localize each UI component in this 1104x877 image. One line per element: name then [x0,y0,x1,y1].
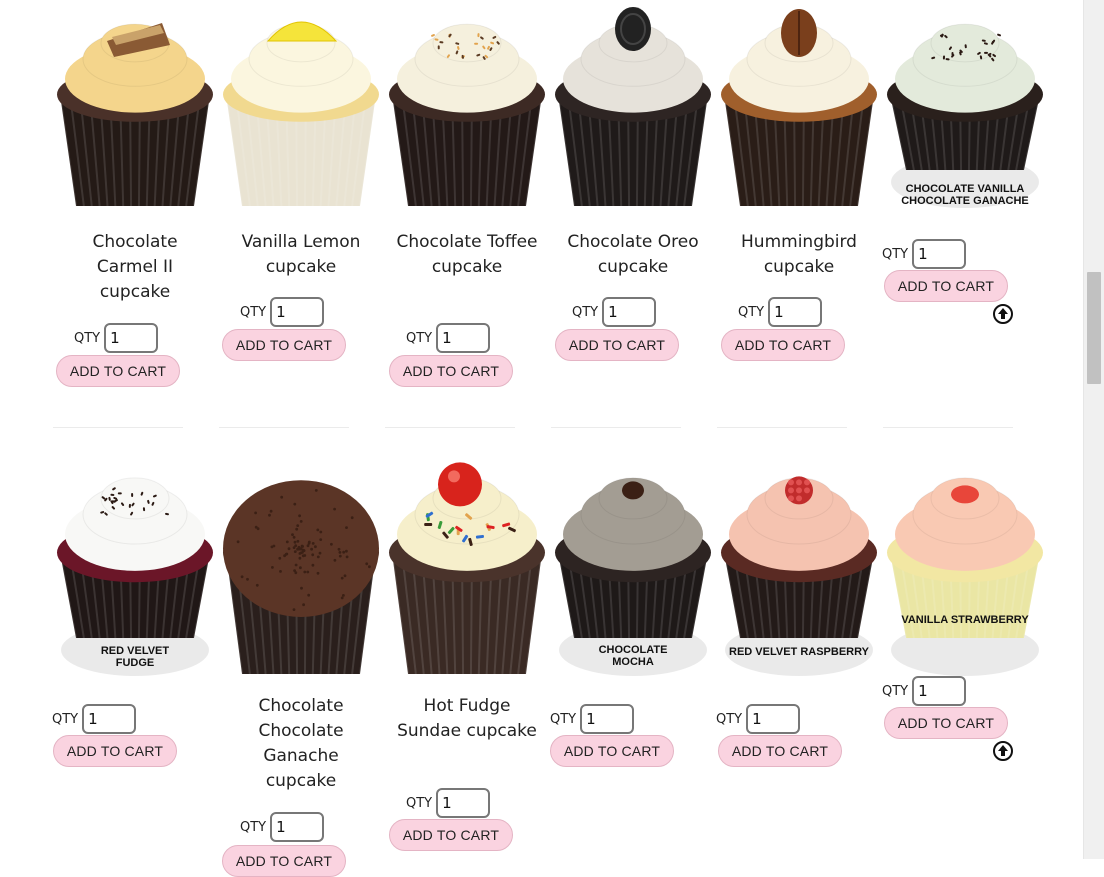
row-divider [53,427,183,428]
page-scrollbar[interactable] [1083,0,1104,859]
qty-input[interactable] [912,676,966,706]
qty-input[interactable] [768,297,822,327]
quantity-row: QTY [406,788,490,818]
add-to-cart-button[interactable]: ADD TO CART [56,355,180,387]
qty-label: QTY [882,247,908,262]
cupcake-image[interactable] [218,450,384,678]
quantity-row: QTY [550,704,634,734]
add-to-cart-button[interactable]: ADD TO CART [53,735,177,767]
row-divider [219,427,349,428]
caption-line: CHOCOLATE GANACHE [882,195,1048,207]
image-caption: CHOCOLATE MOCHA [550,644,716,668]
cupcake-image[interactable] [882,0,1048,210]
cupcake-image[interactable] [218,0,384,210]
qty-label: QTY [406,331,432,346]
caption-line: FUDGE [52,657,218,669]
add-to-cart-button[interactable]: ADD TO CART [555,329,679,361]
qty-input[interactable] [580,704,634,734]
caption-line: CHOCOLATE VANILLA [882,183,1048,195]
caption-line: CHOCOLATE [550,644,716,656]
quantity-row: QTY [406,323,490,353]
back-to-top-icon[interactable] [993,741,1013,761]
cupcake-image[interactable] [384,0,550,210]
row-divider [883,427,1013,428]
add-to-cart-button[interactable]: ADD TO CART [222,329,346,361]
product-name[interactable]: Chocolate Toffee cupcake [392,230,542,280]
add-to-cart-button[interactable]: ADD TO CART [550,735,674,767]
quantity-row: QTY [240,812,324,842]
qty-label: QTY [882,684,908,699]
product-name[interactable]: Chocolate Carmel II cupcake [60,230,210,305]
quantity-row: QTY [74,323,158,353]
add-to-cart-button[interactable]: ADD TO CART [884,270,1008,302]
product-name[interactable]: Chocolate Oreo cupcake [558,230,708,280]
qty-label: QTY [240,305,266,320]
qty-label: QTY [240,820,266,835]
caption-line: MOCHA [550,656,716,668]
add-to-cart-button[interactable]: ADD TO CART [389,819,513,851]
back-to-top-icon[interactable] [993,304,1013,324]
scrollbar-thumb[interactable] [1087,272,1101,384]
image-caption: RED VELVET FUDGE [52,645,218,669]
qty-label: QTY [74,331,100,346]
quantity-row: QTY [882,239,966,269]
product-name[interactable]: Vanilla Lemon cupcake [226,230,376,280]
image-caption: VANILLA STRAWBERRY [882,614,1048,626]
quantity-row: QTY [882,676,966,706]
image-caption: CHOCOLATE VANILLA CHOCOLATE GANACHE [882,183,1048,207]
cupcake-image[interactable] [716,0,882,210]
product-name[interactable]: Hot Fudge Sundae cupcake [392,694,542,744]
qty-label: QTY [716,712,742,727]
add-to-cart-button[interactable]: ADD TO CART [389,355,513,387]
add-to-cart-button[interactable]: ADD TO CART [718,735,842,767]
product-name[interactable]: Chocolate Chocolate Ganache cupcake [226,694,376,794]
add-to-cart-button[interactable]: ADD TO CART [222,845,346,877]
row-divider [717,427,847,428]
cupcake-image[interactable] [52,0,218,210]
qty-input[interactable] [270,297,324,327]
row-divider [551,427,681,428]
qty-label: QTY [572,305,598,320]
quantity-row: QTY [240,297,324,327]
cupcake-image[interactable] [882,450,1048,678]
product-name[interactable]: Hummingbird cupcake [724,230,874,280]
qty-label: QTY [738,305,764,320]
image-caption: RED VELVET RASPBERRY [716,646,882,658]
qty-input[interactable] [104,323,158,353]
quantity-row: QTY [52,704,136,734]
qty-label: QTY [406,796,432,811]
qty-input[interactable] [746,704,800,734]
cupcake-image[interactable] [550,0,716,210]
caption-line: RED VELVET RASPBERRY [716,646,882,658]
qty-input[interactable] [912,239,966,269]
cupcake-image[interactable] [52,450,218,678]
row-divider [385,427,515,428]
add-to-cart-button[interactable]: ADD TO CART [721,329,845,361]
quantity-row: QTY [716,704,800,734]
qty-label: QTY [52,712,78,727]
quantity-row: QTY [572,297,656,327]
qty-input[interactable] [82,704,136,734]
qty-input[interactable] [602,297,656,327]
qty-label: QTY [550,712,576,727]
add-to-cart-button[interactable]: ADD TO CART [884,707,1008,739]
caption-line: VANILLA STRAWBERRY [882,614,1048,626]
qty-input[interactable] [436,788,490,818]
cupcake-image[interactable] [384,450,550,678]
qty-input[interactable] [270,812,324,842]
quantity-row: QTY [738,297,822,327]
caption-line: RED VELVET [52,645,218,657]
cupcake-image[interactable] [716,450,882,678]
qty-input[interactable] [436,323,490,353]
